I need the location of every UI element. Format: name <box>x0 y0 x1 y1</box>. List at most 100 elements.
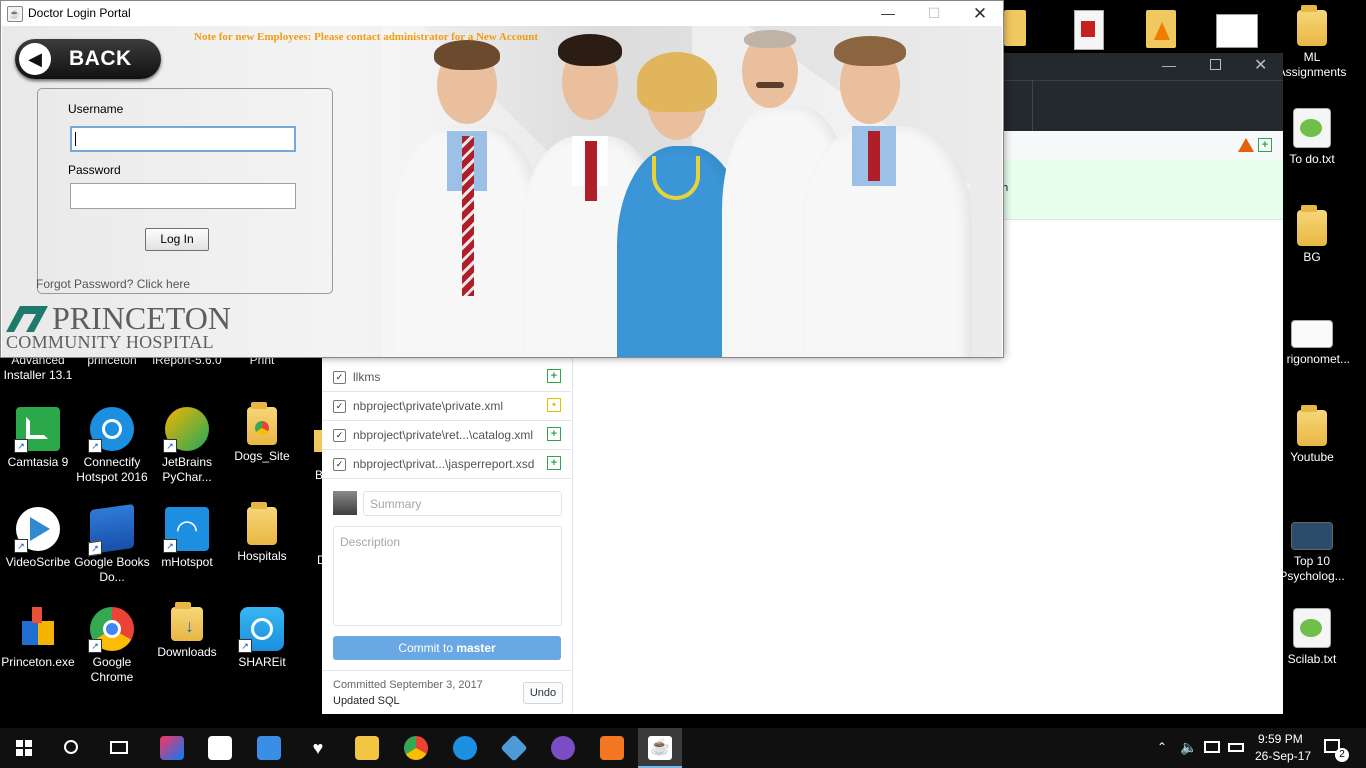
desktop-icon-hospitals[interactable]: Hospitals <box>224 502 300 564</box>
commit-button[interactable]: Commit to master <box>333 636 561 660</box>
close-button[interactable]: ✕ <box>1254 55 1267 75</box>
desktop-icon-label: Connectify Hotspot 2016 <box>76 455 148 484</box>
show-hidden-icons[interactable]: ⌃ <box>1157 740 1167 754</box>
desktop-icon-dogs-site[interactable]: Dogs_Site <box>224 402 300 464</box>
file-explorer-icon[interactable] <box>355 736 379 760</box>
description-input[interactable]: Description <box>333 526 562 626</box>
warning-icon[interactable] <box>1238 138 1254 152</box>
forgot-password-link[interactable]: Forgot Password? Click here <box>36 277 190 291</box>
file-checkbox[interactable]: ✓ <box>333 458 346 471</box>
windows-icon <box>16 740 32 756</box>
desktop-icon-videoscribe[interactable]: ↗ VideoScribe <box>0 507 76 570</box>
maximize-button[interactable] <box>1210 59 1221 70</box>
desktop-icon-scilab[interactable]: Scilab.txt <box>1274 608 1350 667</box>
desktop-icon-ml-assignments[interactable]: ML Assignments <box>1274 5 1350 80</box>
battery-icon[interactable] <box>1228 743 1244 752</box>
desktop-icon-label: Google Chrome <box>90 655 134 684</box>
desktop-icon-label: JetBrains PyChar... <box>161 455 213 484</box>
document-thumbnail-icon[interactable] <box>1216 14 1258 48</box>
last-commit-date: Committed September 3, 2017 <box>333 679 483 691</box>
login-form: Username Password Log In <box>37 88 333 294</box>
avatar <box>333 491 357 515</box>
desktop-icon-trigonometry[interactable]: rigonomet... <box>1274 320 1350 367</box>
iheartradio-icon[interactable]: ♥ <box>306 736 330 760</box>
desktop-icon-google-books[interactable]: ↗ Google Books Do... <box>74 503 150 585</box>
volume-icon[interactable]: 🔈 <box>1180 739 1197 756</box>
start-button[interactable] <box>16 740 32 756</box>
file-checkbox[interactable]: ✓ <box>333 400 346 413</box>
desktop-icon-connectify[interactable]: ↗ Connectify Hotspot 2016 <box>74 407 150 485</box>
desktop-icon-folder-partial[interactable] <box>1004 10 1026 46</box>
folder-icon <box>247 502 277 545</box>
clock-time[interactable]: 9:59 PM <box>1258 732 1303 746</box>
file-checkbox[interactable]: ✓ <box>333 429 346 442</box>
desktop-icon-label: ML Assignments <box>1277 50 1347 79</box>
xampp-icon[interactable] <box>600 736 624 760</box>
logo-line1: PRINCETON <box>52 300 231 336</box>
film-icon[interactable] <box>257 736 281 760</box>
desktop-icon-label: rigonomet... <box>1286 352 1350 366</box>
desktop-icon-camtasia[interactable]: ↗ Camtasia 9 <box>0 407 76 470</box>
back-button[interactable]: ◀ BACK <box>15 39 161 79</box>
desktop-icon-partial[interactable] <box>314 430 322 452</box>
file-checkbox[interactable]: ✓ <box>333 371 346 384</box>
chrome-icon[interactable] <box>404 736 428 760</box>
network-icon[interactable] <box>1204 741 1220 753</box>
file-row[interactable]: ✓ nbproject\private\private.xml • <box>322 392 571 421</box>
desktop-icon-shareit[interactable]: ↗ SHAREit <box>224 607 300 670</box>
commit-footer-divider <box>322 670 571 671</box>
search-button[interactable] <box>64 740 78 754</box>
back-label: BACK <box>69 47 132 70</box>
virtualbox-icon[interactable] <box>500 734 528 762</box>
arrow-left-icon: ◀ <box>19 43 51 75</box>
wifi-icon: ◠ ↗ <box>163 507 209 553</box>
taskbar: ♥ ☕ ⌃ 🔈 9:59 PM 26-Sep-17 2 <box>0 728 1366 768</box>
desktop-icon-youtube[interactable]: Youtube <box>1274 405 1350 465</box>
text-file-icon <box>1293 608 1331 648</box>
password-field[interactable] <box>70 183 296 209</box>
intellij-icon[interactable] <box>160 736 184 760</box>
summary-input[interactable]: Summary <box>363 491 562 516</box>
login-content: Note for new Employees: Please contact a… <box>2 26 1002 357</box>
file-row[interactable]: ✓ nbproject\private\ret...\catalog.xml + <box>322 421 571 450</box>
desktop-icon-princeton-exe[interactable]: Princeton.exe <box>0 607 76 670</box>
file-row[interactable]: ✓ nbproject\privat...\jasperreport.xsd + <box>322 450 571 479</box>
file-row[interactable]: ✓ llkms + <box>322 363 571 392</box>
login-button[interactable]: Log In <box>145 228 209 251</box>
last-commit-message: Updated SQL <box>333 695 400 707</box>
added-status-icon: + <box>547 369 561 383</box>
desktop-icon-downloads[interactable]: ↓ Downloads <box>149 602 225 660</box>
connectify-icon[interactable] <box>453 736 477 760</box>
minimize-button[interactable]: — <box>865 1 911 26</box>
new-employee-note: Note for new Employees: Please contact a… <box>194 31 538 43</box>
task-view-button[interactable] <box>110 741 128 754</box>
java-app-taskbar-item[interactable]: ☕ <box>638 728 682 768</box>
desktop-icon-google-chrome[interactable]: ↗ Google Chrome <box>74 607 150 685</box>
connectify-icon: ↗ <box>88 407 134 453</box>
github-desktop-icon[interactable] <box>551 736 575 760</box>
text-file-icon <box>1293 108 1331 148</box>
desktop-icon-mhotspot[interactable]: ◠ ↗ mHotspot <box>149 507 225 570</box>
desktop-icon-label: Top 10 Psycholog... <box>1279 554 1345 583</box>
desktop-icon-pycharm[interactable]: ↗ JetBrains PyChar... <box>149 407 225 485</box>
desktop-icon-top10[interactable]: Top 10 Psycholog... <box>1274 522 1350 584</box>
clock-date[interactable]: 26-Sep-17 <box>1255 749 1311 763</box>
spreadsheet-icon <box>1291 320 1333 348</box>
minimize-button[interactable]: — <box>1162 57 1176 73</box>
username-field[interactable] <box>70 126 296 152</box>
undo-button[interactable]: Undo <box>523 682 563 704</box>
store-icon[interactable] <box>208 736 232 760</box>
maximize-button[interactable]: ☐ <box>911 1 957 26</box>
folder-icon <box>1297 405 1327 446</box>
desktop-icon-label: Dogs_Site <box>234 449 290 463</box>
vlc-folder-icon[interactable] <box>1146 10 1176 48</box>
desktop-icon-label: Google Books Do... <box>74 555 150 584</box>
pdf-file-icon[interactable] <box>1074 10 1104 50</box>
desktop-icon-bg[interactable]: BG <box>1274 205 1350 265</box>
password-label: Password <box>68 163 121 177</box>
desktop-icon-todo[interactable]: To do.txt <box>1274 108 1350 167</box>
logo-line2: COMMUNITY HOSPITAL <box>6 332 214 352</box>
text-cursor <box>75 132 76 146</box>
close-button[interactable]: ✕ <box>957 1 1003 26</box>
videoscribe-icon: ↗ <box>14 507 60 553</box>
